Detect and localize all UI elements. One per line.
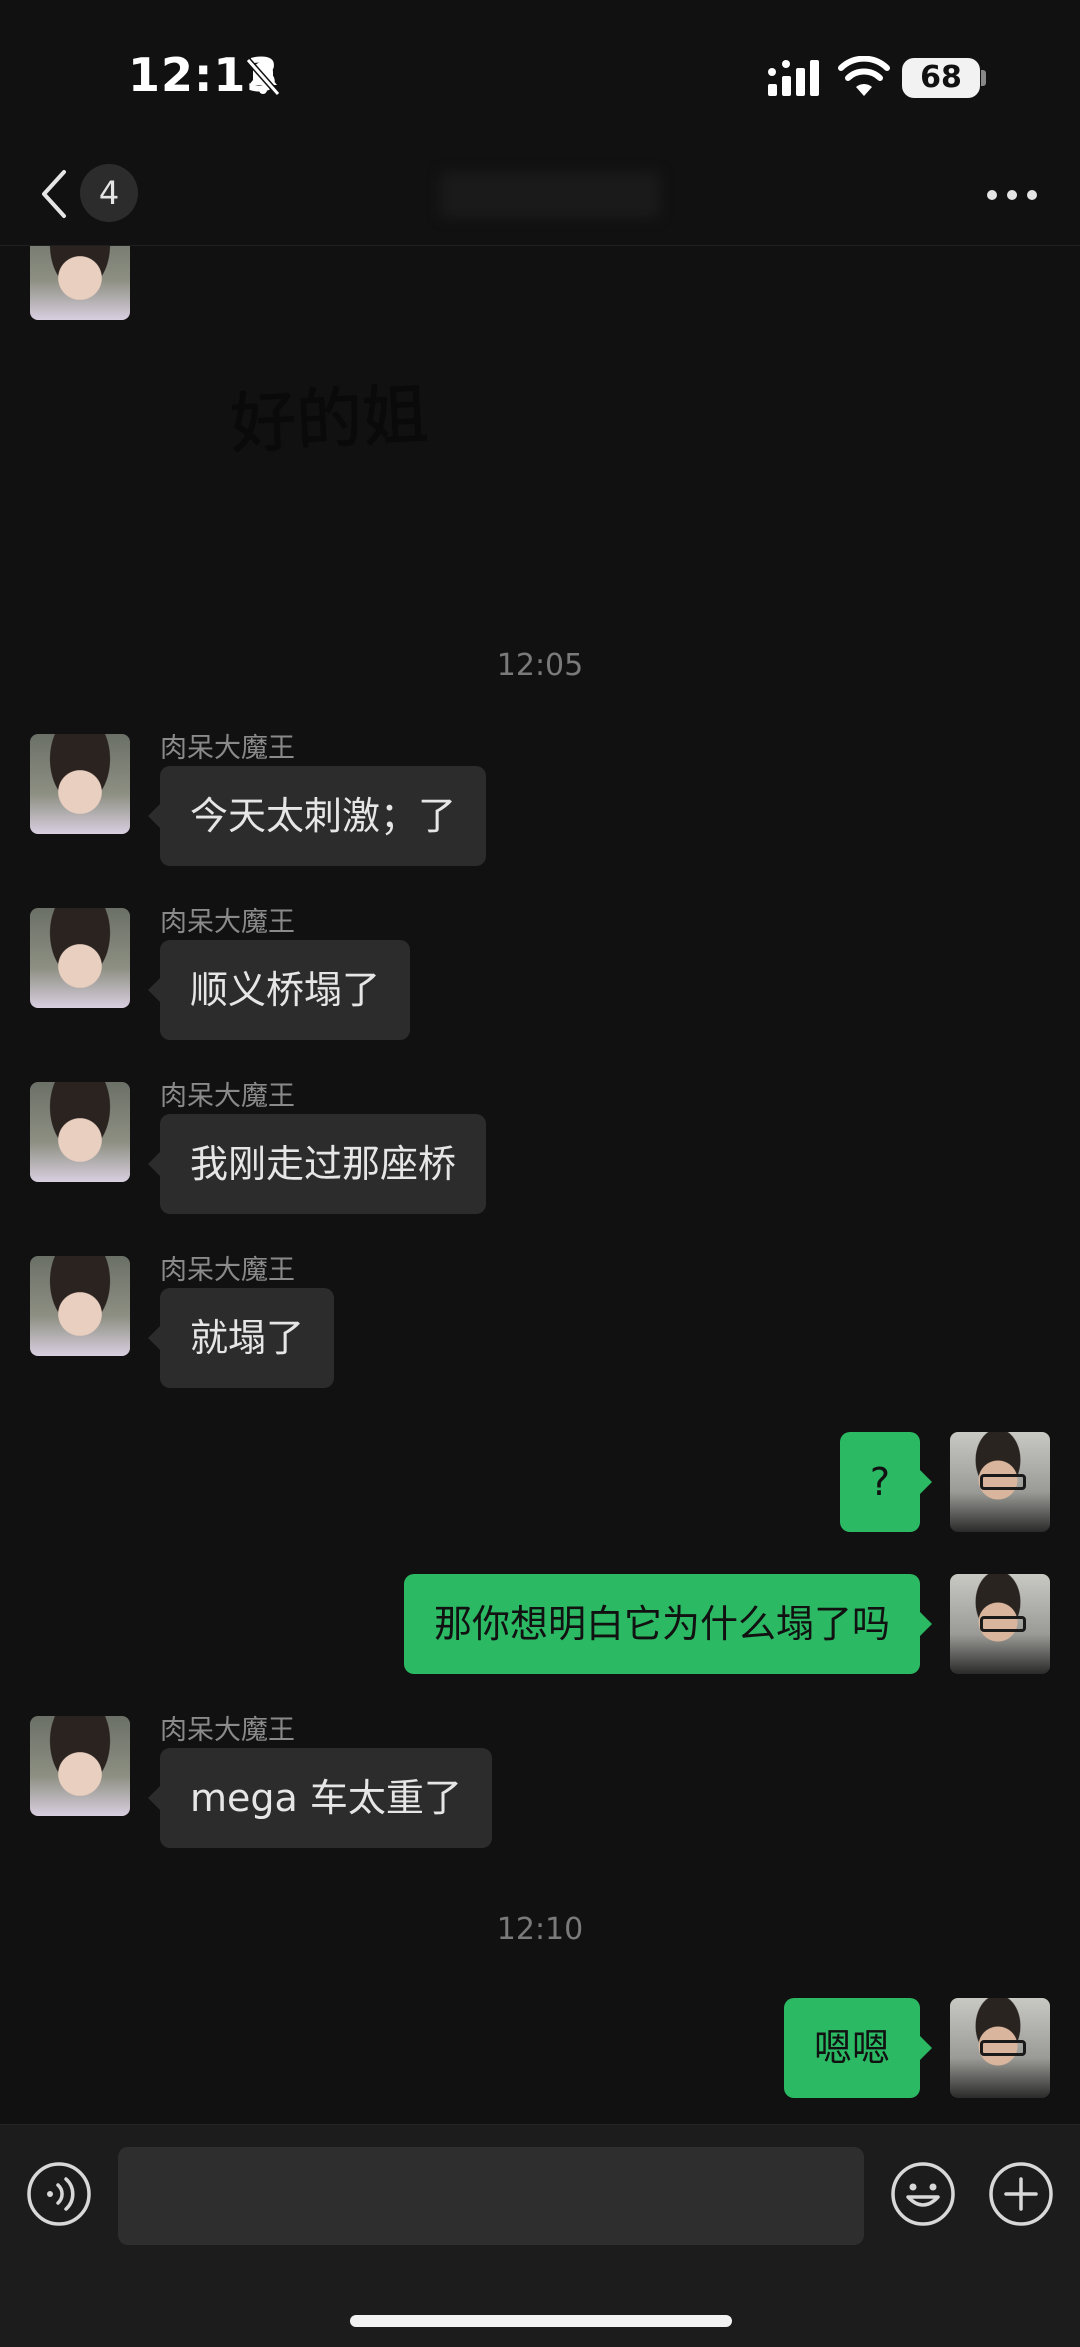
avatar[interactable] [950, 1432, 1050, 1532]
avatar[interactable] [30, 246, 130, 320]
home-indicator[interactable] [350, 2315, 732, 2327]
avatar[interactable] [950, 1574, 1050, 1674]
sender-name: 肉呆大魔王 [160, 1081, 295, 1112]
timestamp: 12:10 [496, 1912, 584, 1947]
timestamp: 12:05 [496, 648, 584, 683]
plus-icon[interactable] [988, 2161, 1054, 2227]
message-input[interactable] [118, 2147, 864, 2245]
avatar[interactable] [30, 908, 130, 1008]
message-bubble[interactable]: mega 车太重了 [148, 1748, 492, 1848]
sender-name: 肉呆大魔王 [160, 733, 295, 764]
sender-name: 肉呆大魔王 [160, 1255, 295, 1286]
sender-name: 肉呆大魔王 [160, 907, 295, 938]
input-bar [0, 2124, 1080, 2347]
chevron-left-icon[interactable] [36, 166, 72, 222]
sender-name: 肉呆大魔王 [160, 1715, 295, 1746]
message-bubble[interactable]: 顺义桥塌了 [147, 940, 411, 1040]
message-bubble-outgoing[interactable]: 那你想明白它为什么塌了吗 [403, 1574, 933, 1674]
more-icon[interactable] [982, 180, 1042, 210]
status-bar: 12:13 68 [0, 0, 1080, 150]
avatar[interactable] [30, 1256, 130, 1356]
avatar[interactable] [30, 734, 130, 834]
message-bubble[interactable]: 我刚走过那座桥 [147, 1114, 487, 1214]
avatar[interactable] [30, 1082, 130, 1182]
message-bubble-outgoing[interactable]: ? [839, 1432, 933, 1532]
bell-slash-icon [245, 58, 281, 96]
message-bubble[interactable]: 今天太刺激；了 [147, 766, 487, 866]
battery-tip [981, 70, 986, 86]
chat-title-blurred [440, 172, 660, 218]
unread-count-badge[interactable]: 4 [80, 164, 138, 222]
wifi-icon [838, 56, 890, 96]
emoji-icon[interactable] [890, 2161, 956, 2227]
avatar[interactable] [950, 1998, 1050, 2098]
cellular-signal-icon [768, 60, 819, 96]
message-bubble[interactable]: 就塌了 [147, 1288, 335, 1388]
avatar[interactable] [30, 1716, 130, 1816]
message-list[interactable]: 好的姐 12:05 肉呆大魔王 今天太刺激；了 肉呆大魔王 顺义桥塌了 肉呆大魔… [0, 246, 1080, 2126]
battery-icon: 68 [902, 58, 980, 98]
sticker-image[interactable]: 好的姐 [228, 361, 431, 467]
message-bubble-outgoing[interactable]: 嗯嗯 [783, 1998, 933, 2098]
chat-header: 4 [0, 150, 1080, 246]
voice-icon[interactable] [26, 2161, 92, 2227]
